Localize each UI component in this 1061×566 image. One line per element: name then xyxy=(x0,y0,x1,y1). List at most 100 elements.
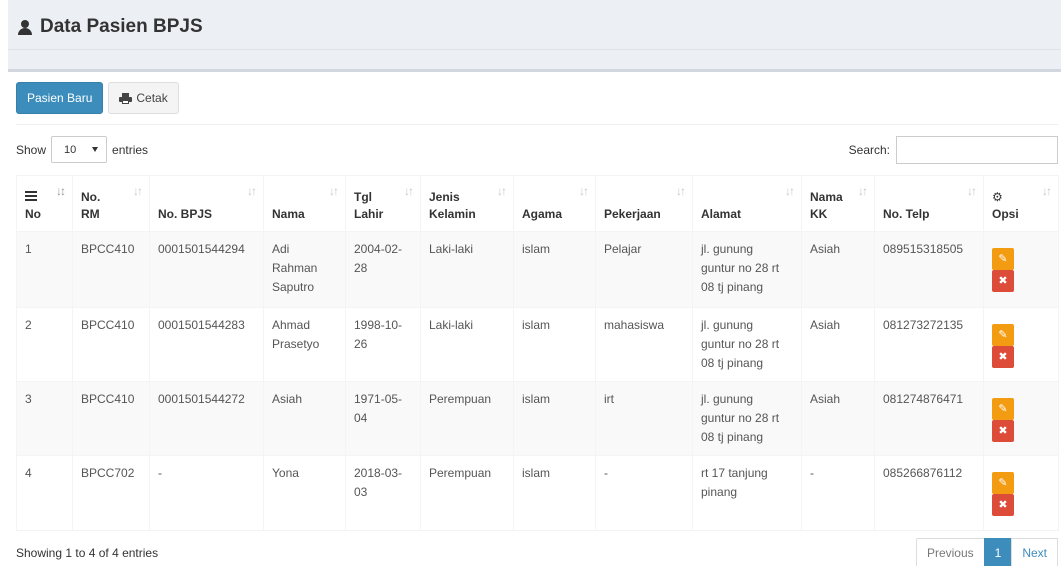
cell-no: 3 xyxy=(16,381,73,456)
pagination-next[interactable]: Next xyxy=(1011,538,1058,566)
col-tgl-lahir[interactable]: Tgl Lahir ↓↑ xyxy=(345,175,421,232)
cell-no: 4 xyxy=(16,455,73,531)
sort-icon: ↓↑ xyxy=(247,184,257,198)
col-no[interactable]: No ↓↕ xyxy=(16,175,73,232)
edit-icon: ✎ xyxy=(998,402,1008,415)
sort-icon: ↓↑ xyxy=(967,184,977,198)
search-input[interactable] xyxy=(896,136,1058,164)
edit-icon: ✎ xyxy=(998,476,1008,489)
col-rm[interactable]: No. RM ↓↑ xyxy=(72,175,150,232)
cell-pekerjaan: - xyxy=(595,455,693,531)
pagination: Previous 1 Next xyxy=(915,538,1058,566)
new-patient-button[interactable]: Pasien Baru xyxy=(16,82,104,114)
col-rm-label-2: RM xyxy=(81,207,100,221)
edit-button[interactable]: ✎ xyxy=(992,324,1014,346)
sort-icon: ↓↑ xyxy=(676,184,686,198)
delete-button[interactable]: ✖ xyxy=(992,270,1014,292)
col-nama-kk[interactable]: Nama KK ↓↑ xyxy=(801,175,875,232)
col-bpjs[interactable]: No. BPJS ↓↑ xyxy=(149,175,264,232)
table-info: Showing 1 to 4 of 4 entries xyxy=(16,546,159,560)
col-tgl-label-2: Lahir xyxy=(354,207,384,221)
col-opsi[interactable]: ⚙ Opsi ↓↑ xyxy=(983,175,1059,232)
list-icon xyxy=(25,191,37,201)
show-label: Show xyxy=(16,142,47,157)
entries-select[interactable]: 10 xyxy=(51,136,108,163)
cell-tgl: 2018-03- 03 xyxy=(345,455,421,531)
entries-select-value: 10 xyxy=(64,143,77,156)
times-icon: ✖ xyxy=(998,424,1008,437)
table-row: 3 BPCC410 0001501544272 Asiah 1971-05- 04… xyxy=(16,381,1059,456)
pagination-page-1[interactable]: 1 xyxy=(983,538,1013,566)
cell-tgl: 2004-02- 28 xyxy=(345,231,421,308)
header-rule xyxy=(8,49,1061,50)
cell-opsi: ✎ ✖ xyxy=(983,455,1059,531)
cell-nama: Asiah xyxy=(263,381,346,456)
cell-pekerjaan: mahasiswa xyxy=(595,307,693,382)
sort-icon: ↓↑ xyxy=(785,184,795,198)
col-telp[interactable]: No. Telp ↓↑ xyxy=(874,175,984,232)
page-header: Data Pasien BPJS xyxy=(8,0,1061,72)
cell-alamat: jl. gunung guntur no 28 rt 08 tj pinang xyxy=(692,231,802,308)
pagination-previous[interactable]: Previous xyxy=(915,538,985,566)
user-icon xyxy=(18,19,32,35)
col-alamat[interactable]: Alamat ↓↑ xyxy=(692,175,802,232)
cell-kk: Asiah xyxy=(801,231,875,308)
times-icon: ✖ xyxy=(998,498,1008,511)
cell-telp: 089515318505 xyxy=(874,231,984,308)
sort-icon: ↓↑ xyxy=(858,184,868,198)
page-title-text: Data Pasien BPJS xyxy=(40,16,203,37)
cell-bpjs: 0001501544283 xyxy=(149,307,264,382)
delete-button[interactable]: ✖ xyxy=(992,420,1014,442)
edit-button[interactable]: ✎ xyxy=(992,398,1014,420)
col-tgl-label-1: Tgl xyxy=(354,190,372,204)
table-header-row: No ↓↕ No. RM ↓↑ No. BPJS ↓↑ Nama ↓↑ Tgl … xyxy=(16,175,1059,232)
printer-icon xyxy=(119,92,133,104)
col-no-label: No xyxy=(25,207,41,221)
cell-jk: Laki-laki xyxy=(420,307,514,382)
cell-kk: Asiah xyxy=(801,381,875,456)
search-label: Search: xyxy=(848,143,890,157)
cell-nama: Adi Rahman Saputro xyxy=(263,231,346,308)
col-telp-label: No. Telp xyxy=(883,207,930,221)
edit-button[interactable]: ✎ xyxy=(992,248,1014,270)
col-jk-label-1: Jenis xyxy=(429,190,460,204)
cell-kk: - xyxy=(801,455,875,531)
cell-opsi: ✎ ✖ xyxy=(983,231,1059,308)
cell-bpjs: 0001501544272 xyxy=(149,381,264,456)
cell-agama: islam xyxy=(513,455,596,531)
cell-rm: BPCC410 xyxy=(72,381,150,456)
col-rm-label-1: No. xyxy=(81,190,101,204)
cell-jk: Laki-laki xyxy=(420,231,514,308)
col-pekerjaan[interactable]: Pekerjaan ↓↑ xyxy=(595,175,693,232)
table-row: 1 BPCC410 0001501544294 Adi Rahman Saputro… xyxy=(16,231,1059,308)
edit-button[interactable]: ✎ xyxy=(992,472,1014,494)
table-row: 4 BPCC702 - Yona 2018-03- 03 Perempuan is… xyxy=(16,455,1059,531)
delete-button[interactable]: ✖ xyxy=(992,494,1014,516)
cell-jk: Perempuan xyxy=(420,455,514,531)
cell-tgl: 1971-05- 04 xyxy=(345,381,421,456)
times-icon: ✖ xyxy=(998,350,1008,363)
cell-tgl: 1998-10- 26 xyxy=(345,307,421,382)
sort-icon: ↓↑ xyxy=(579,184,589,198)
sort-icon: ↓↑ xyxy=(133,184,143,198)
table-search: Search: xyxy=(849,136,1058,164)
cell-kk: Asiah xyxy=(801,307,875,382)
cell-jk: Perempuan xyxy=(420,381,514,456)
header-border xyxy=(8,69,1061,72)
cell-rm: BPCC702 xyxy=(72,455,150,531)
col-nama[interactable]: Nama ↓↑ xyxy=(263,175,346,232)
times-icon: ✖ xyxy=(998,274,1008,287)
print-button[interactable]: Cetak xyxy=(108,82,179,114)
cell-bpjs: 0001501544294 xyxy=(149,231,264,308)
cell-nama: Yona xyxy=(263,455,346,531)
cell-agama: islam xyxy=(513,381,596,456)
cell-no: 1 xyxy=(16,231,73,308)
col-jenis-kelamin[interactable]: Jenis Kelamin ↓↑ xyxy=(420,175,514,232)
cell-telp: 085266876112 xyxy=(874,455,984,531)
cell-agama: islam xyxy=(513,307,596,382)
table-row: 2 BPCC410 0001501544283 Ahmad Prasetyo 19… xyxy=(16,307,1059,382)
col-agama[interactable]: Agama ↓↑ xyxy=(513,175,596,232)
delete-button[interactable]: ✖ xyxy=(992,346,1014,368)
col-opsi-label: Opsi xyxy=(992,207,1019,221)
sort-icon: ↓↑ xyxy=(497,184,507,198)
